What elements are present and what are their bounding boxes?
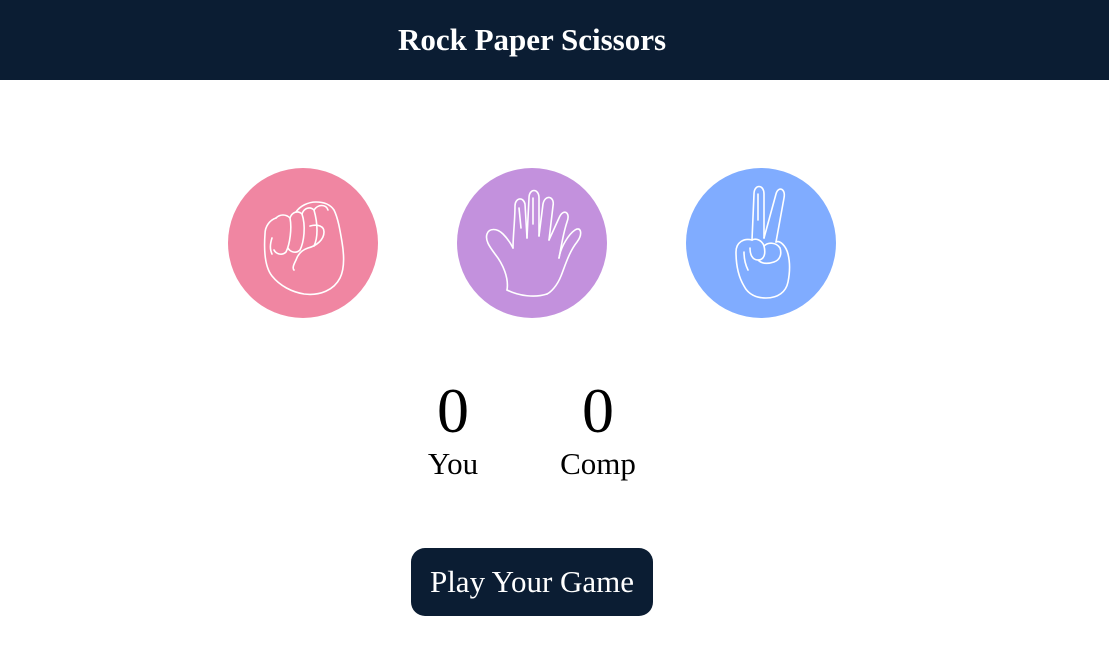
header-bar: Rock Paper Scissors	[0, 0, 1109, 80]
peace-sign-icon	[735, 185, 791, 299]
scissors-choice-button[interactable]	[686, 168, 836, 318]
open-hand-icon	[485, 189, 582, 297]
computer-score-value: 0	[582, 375, 614, 446]
computer-score: 0 Comp	[538, 376, 658, 484]
page-title: Rock Paper Scissors	[397, 22, 667, 57]
computer-score-label: Comp	[560, 446, 636, 481]
paper-choice-button[interactable]	[457, 168, 607, 318]
user-score: 0 You	[393, 376, 513, 484]
fist-icon	[263, 201, 345, 296]
user-score-label: You	[427, 446, 479, 481]
rock-choice-button[interactable]	[228, 168, 378, 318]
user-score-value: 0	[437, 375, 469, 446]
play-button[interactable]: Play Your Game	[411, 548, 653, 616]
